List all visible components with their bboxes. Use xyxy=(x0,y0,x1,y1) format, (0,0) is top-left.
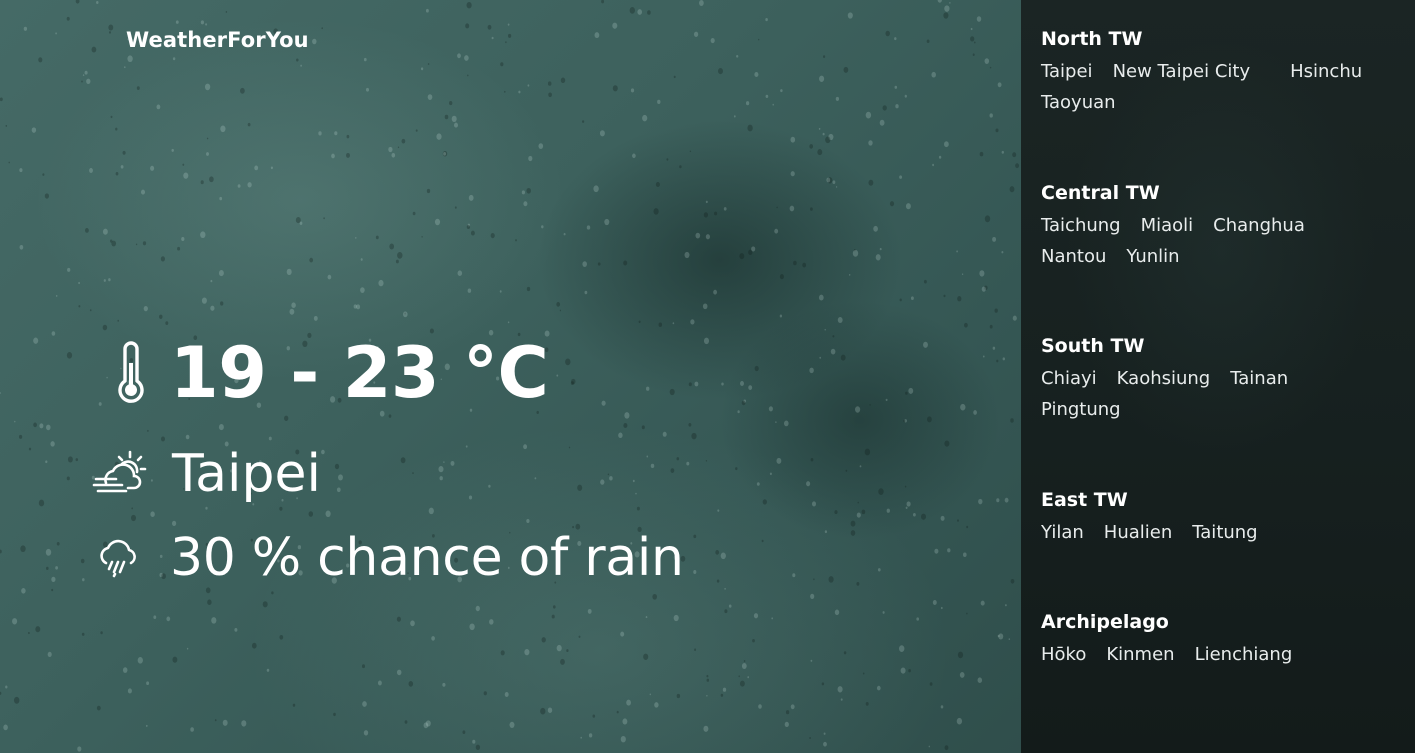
city-link-yunlin[interactable]: Yunlin xyxy=(1126,241,1179,272)
city-link-taichung[interactable]: Taichung xyxy=(1041,210,1121,241)
weather-page: WeatherForYou 19 - 23 °C Taipei 30 % cha… xyxy=(0,0,1415,753)
city-list: Taipei New Taipei City Hsinchu Taoyuan xyxy=(1041,56,1401,118)
city-link-miaoli[interactable]: Miaoli xyxy=(1141,210,1194,241)
rain-chance: 30 % chance of rain xyxy=(170,528,684,588)
city-link-hsinchu[interactable]: Hsinchu xyxy=(1290,56,1362,87)
region-sidebar: North TW Taipei New Taipei City Hsinchu … xyxy=(1021,0,1415,753)
city-link-nantou[interactable]: Nantou xyxy=(1041,241,1106,272)
city-link-hoko[interactable]: Hōko xyxy=(1041,639,1086,670)
city-link-changhua[interactable]: Changhua xyxy=(1213,210,1305,241)
city-link-taipei[interactable]: Taipei xyxy=(1041,56,1093,87)
city-link-kaohsiung[interactable]: Kaohsiung xyxy=(1117,363,1211,394)
brand-logo[interactable]: WeatherForYou xyxy=(126,28,309,52)
temperature-range: 19 - 23 °C xyxy=(170,332,549,414)
region-archipelago: Archipelago Hōko Kinmen Lienchiang xyxy=(1041,609,1401,670)
rain-row: 30 % chance of rain xyxy=(96,532,684,584)
city-link-tainan[interactable]: Tainan xyxy=(1230,363,1288,394)
region-east: East TW Yilan Hualien Taitung xyxy=(1041,487,1401,548)
city-link-chiayi[interactable]: Chiayi xyxy=(1041,363,1097,394)
thermometer-icon xyxy=(112,341,150,405)
current-city: Taipei xyxy=(172,444,321,504)
partly-cloudy-sun-icon xyxy=(92,449,148,499)
city-list: Taichung Miaoli Changhua Nantou Yunlin xyxy=(1041,210,1401,272)
region-title: Archipelago xyxy=(1041,611,1169,633)
region-title: East TW xyxy=(1041,489,1128,511)
temperature-row: 19 - 23 °C xyxy=(112,332,549,414)
region-title: South TW xyxy=(1041,335,1145,357)
city-link-hualien[interactable]: Hualien xyxy=(1104,517,1172,548)
city-link-yilan[interactable]: Yilan xyxy=(1041,517,1084,548)
rain-cloud-icon xyxy=(96,536,140,580)
city-link-kinmen[interactable]: Kinmen xyxy=(1106,639,1174,670)
city-list: Hōko Kinmen Lienchiang xyxy=(1041,639,1401,670)
region-title: North TW xyxy=(1041,28,1143,50)
city-list: Chiayi Kaohsiung Tainan Pingtung xyxy=(1041,363,1401,425)
region-south: South TW Chiayi Kaohsiung Tainan Pingtun… xyxy=(1041,333,1401,425)
city-link-taoyuan[interactable]: Taoyuan xyxy=(1041,87,1116,118)
region-north: North TW Taipei New Taipei City Hsinchu … xyxy=(1041,26,1401,118)
city-list: Yilan Hualien Taitung xyxy=(1041,517,1401,548)
region-central: Central TW Taichung Miaoli Changhua Nant… xyxy=(1041,180,1401,272)
city-link-new-taipei-city[interactable]: New Taipei City xyxy=(1113,56,1251,87)
city-link-lienchiang[interactable]: Lienchiang xyxy=(1195,639,1293,670)
region-title: Central TW xyxy=(1041,182,1160,204)
city-row: Taipei xyxy=(92,448,321,500)
city-link-pingtung[interactable]: Pingtung xyxy=(1041,394,1121,425)
city-link-taitung[interactable]: Taitung xyxy=(1192,517,1257,548)
